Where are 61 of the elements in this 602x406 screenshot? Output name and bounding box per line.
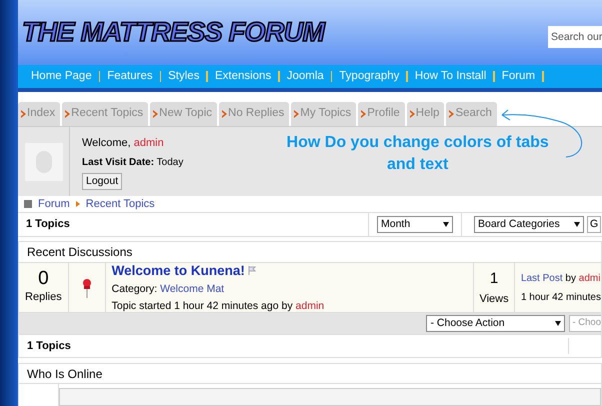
nav-link[interactable]: Home Page (26, 68, 97, 86)
nav-link[interactable]: Joomla (282, 68, 329, 86)
square-icon (24, 200, 32, 208)
nav-link[interactable]: Styles (163, 68, 204, 86)
last-visit-text: Last Visit Date: Today (82, 156, 184, 170)
caret-icon (443, 222, 449, 227)
category-link[interactable]: Welcome Mat (160, 282, 224, 295)
replies-count: 0 (38, 269, 49, 290)
topics-count: 1 Topics (19, 338, 569, 354)
breadcrumb-link[interactable]: Recent Topics (86, 196, 155, 212)
welcome-text: Welcome, admin (82, 136, 165, 151)
flag-icon (248, 266, 256, 276)
forum-tab[interactable]: Recent Topics (62, 102, 148, 126)
forum-tab[interactable]: Profile (358, 102, 405, 126)
views-count: 1 (490, 269, 498, 289)
category-text: Category: Welcome Mat (112, 282, 226, 297)
forum-tab[interactable]: Search (446, 102, 497, 126)
chevron-icon (410, 110, 415, 118)
site-logo: THE MATTRESS FORUM (22, 16, 324, 50)
nav-link[interactable]: How To Install (410, 68, 492, 86)
action-select[interactable]: - Choo (569, 315, 601, 332)
nav-link[interactable]: Forum (496, 68, 540, 86)
arrow-icon (76, 201, 80, 207)
search-field[interactable]: Search our (548, 26, 602, 48)
chevron-icon (449, 110, 454, 118)
forum-tab[interactable]: My Topics (291, 102, 356, 126)
annotation-text: How Do you change colors of tabs and text (286, 133, 550, 175)
nav-link[interactable]: Typography (334, 68, 404, 86)
section-header: Who Is Online (18, 363, 602, 384)
started-text: Topic started 1 hour 42 minutes ago by admin (112, 298, 326, 314)
period-select[interactable]: Month (377, 216, 453, 234)
chevron-icon (65, 110, 70, 118)
chevron-icon (294, 110, 300, 118)
forum-tab[interactable]: New Topic (150, 102, 218, 126)
last-post-text: Last Post by admi (520, 272, 601, 286)
chevron-icon (153, 110, 158, 118)
chevron-icon (21, 110, 26, 118)
author-link[interactable]: admi (578, 272, 600, 284)
category-select[interactable]: Board Categories (474, 216, 584, 234)
forum-tab[interactable]: No Replies (219, 102, 290, 126)
logout-button[interactable]: Logout (82, 172, 122, 190)
caret-icon (555, 321, 562, 326)
action-select[interactable]: - Choose Action (426, 314, 566, 332)
caret-icon (574, 222, 580, 227)
chevron-icon (222, 110, 228, 118)
nav-link[interactable]: Extensions (210, 68, 276, 86)
chevron-icon (361, 110, 366, 118)
replies-label: Replies (25, 290, 62, 306)
go-button[interactable]: G (587, 216, 602, 234)
section-header: Recent Discussions (18, 241, 602, 263)
pin-icon (82, 278, 92, 298)
views-label: Views (479, 292, 509, 306)
last-post-link[interactable]: Last Post (520, 272, 563, 284)
forum-tab[interactable]: Index (18, 102, 60, 126)
topic-title[interactable]: Welcome to Kunena! (112, 260, 245, 281)
topics-count: 1 Topics (25, 217, 71, 232)
breadcrumb-link[interactable]: Forum (38, 196, 70, 212)
last-post-time: 1 hour 42 minutes (520, 290, 601, 304)
author-link[interactable]: admin (296, 300, 324, 312)
nav-link[interactable]: Features (102, 68, 158, 86)
forum-tab[interactable]: Help (406, 102, 444, 126)
